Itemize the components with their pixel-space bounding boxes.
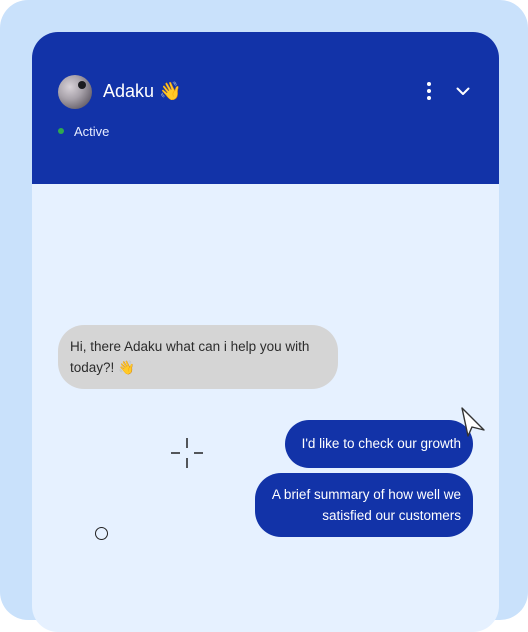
chat-header: Adaku 👋 Active — [32, 32, 499, 184]
circle-cursor-icon — [95, 527, 108, 540]
chevron-down-icon — [456, 87, 470, 95]
avatar[interactable] — [58, 75, 92, 109]
avatar-decoration — [78, 81, 86, 89]
chat-window: Adaku 👋 Active Hi, there Adaku what can … — [32, 32, 499, 632]
collapse-button[interactable] — [452, 80, 474, 102]
user-message-text: I'd like to check our growth — [301, 436, 461, 451]
wave-emoji: 👋 — [159, 81, 182, 101]
bot-message: Hi, there Adaku what can i help you with… — [58, 325, 338, 389]
more-vertical-icon — [427, 82, 431, 100]
user-message: A brief summary of how well we satisfied… — [255, 473, 473, 537]
arrow-cursor-icon — [461, 407, 485, 437]
crosshair-cursor-icon — [171, 438, 203, 468]
status-dot — [58, 128, 64, 134]
user-message-text: A brief summary of how well we satisfied… — [271, 487, 461, 523]
status-indicator: Active — [58, 122, 109, 140]
contact-name: Adaku 👋 — [103, 80, 181, 102]
status-text: Active — [74, 123, 110, 139]
more-options-button[interactable] — [418, 80, 440, 102]
contact-name-text: Adaku — [103, 81, 155, 101]
user-message: I'd like to check our growth — [285, 420, 473, 468]
bot-message-text: Hi, there Adaku what can i help you with… — [70, 339, 310, 375]
